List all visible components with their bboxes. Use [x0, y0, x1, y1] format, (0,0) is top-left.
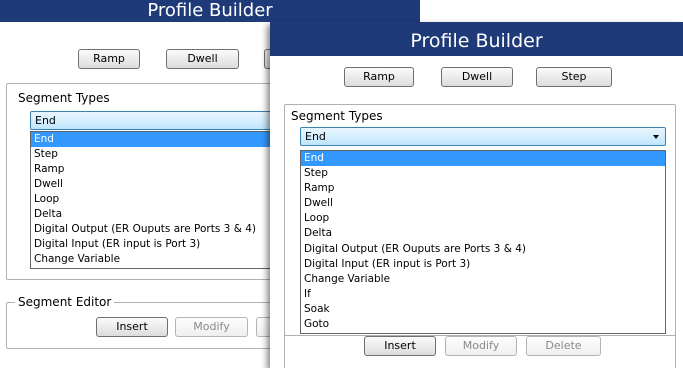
dwell-button[interactable]: Dwell [166, 49, 239, 69]
segment-types-label: Segment Types [288, 109, 386, 123]
delete-button[interactable]: Delete [526, 336, 601, 356]
front-window: Profile Builder Ramp Dwell Step Segment … [270, 22, 683, 368]
dropdown-option[interactable]: End [301, 151, 665, 167]
dropdown-option[interactable]: Ramp [31, 162, 279, 177]
ramp-button[interactable]: Ramp [344, 67, 414, 87]
dropdown-option[interactable]: Change Variable [31, 252, 279, 267]
chevron-down-icon[interactable] [653, 135, 659, 139]
dropdown-option[interactable]: Step [31, 147, 279, 162]
dropdown-option[interactable]: End [31, 132, 279, 147]
dropdown-option[interactable]: Delta [31, 207, 279, 222]
segment-types-dropdown[interactable]: End Step Ramp Dwell Loop Delta Digital O… [30, 131, 280, 269]
dropdown-option[interactable]: Digital Input (ER input is Port 3) [301, 257, 665, 272]
dropdown-option[interactable]: Step [301, 166, 665, 181]
modify-button[interactable]: Modify [175, 317, 248, 337]
dropdown-option[interactable]: Digital Output (ER Ouputs are Ports 3 & … [31, 222, 279, 237]
dropdown-option[interactable]: Ramp [301, 181, 665, 196]
modify-button[interactable]: Modify [445, 336, 517, 356]
segment-types-dropdown[interactable]: End Step Ramp Dwell Loop Delta Digital O… [300, 150, 666, 334]
dropdown-option[interactable]: Soak [301, 302, 665, 317]
segment-types-combo[interactable]: End [30, 111, 280, 130]
segment-types-selected-value: End [305, 130, 326, 143]
segment-types-label: Segment Types [15, 91, 113, 105]
insert-button[interactable]: Insert [364, 336, 436, 356]
front-window-title: Profile Builder [270, 22, 683, 56]
dwell-button[interactable]: Dwell [441, 67, 513, 87]
insert-button[interactable]: Insert [96, 317, 168, 337]
step-button[interactable]: Step [536, 67, 612, 87]
dropdown-option[interactable]: If [301, 287, 665, 302]
dropdown-option[interactable]: Goto [301, 317, 665, 332]
segment-types-selected-value: End [35, 114, 56, 127]
dropdown-option[interactable]: Loop [31, 192, 279, 207]
dropdown-option[interactable]: Dwell [301, 196, 665, 211]
dropdown-option[interactable]: Digital Output (ER Ouputs are Ports 3 & … [301, 242, 665, 257]
ramp-button[interactable]: Ramp [78, 49, 140, 69]
back-window-title: Profile Builder [0, 0, 420, 22]
segment-types-combo[interactable]: End [300, 127, 666, 146]
dropdown-option[interactable]: Dwell [31, 177, 279, 192]
dropdown-option[interactable]: Digital Input (ER input is Port 3) [31, 237, 279, 252]
dropdown-option[interactable]: Loop [301, 211, 665, 226]
dropdown-option[interactable]: Delta [301, 226, 665, 241]
dropdown-option[interactable]: Change Variable [301, 272, 665, 287]
segment-editor-label: Segment Editor [15, 295, 115, 309]
